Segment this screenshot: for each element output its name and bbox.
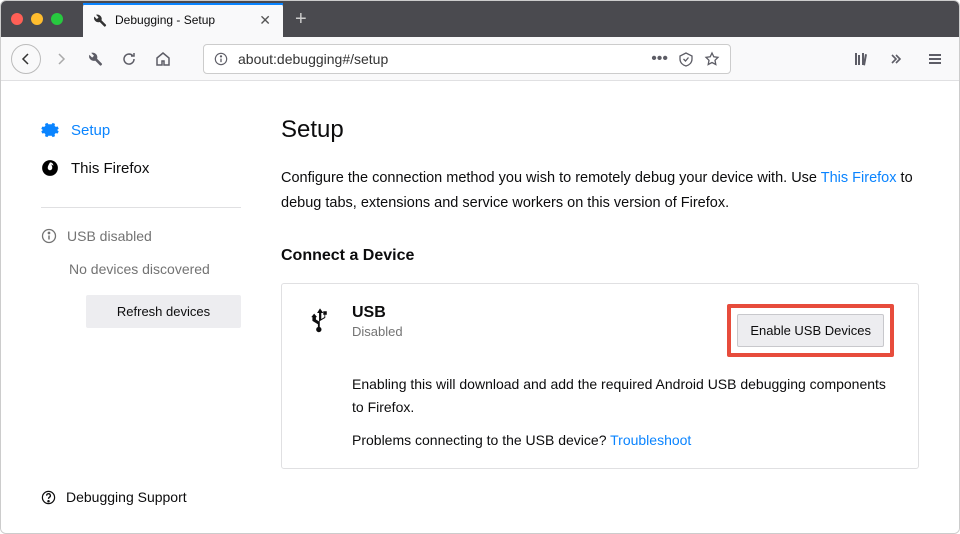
usb-status-text: Disabled <box>352 324 709 339</box>
maximize-window-button[interactable] <box>51 13 63 25</box>
sidebar: Setup This Firefox USB disabled No devic… <box>1 81 261 533</box>
support-label: Debugging Support <box>66 489 187 505</box>
url-input[interactable] <box>238 51 641 67</box>
troubleshoot-link[interactable]: Troubleshoot <box>610 432 691 448</box>
overflow-icon[interactable] <box>881 45 909 73</box>
enable-usb-button[interactable]: Enable USB Devices <box>737 314 884 347</box>
gear-icon <box>41 121 59 139</box>
sidebar-item-this-firefox[interactable]: This Firefox <box>41 149 241 187</box>
connect-device-heading: Connect a Device <box>281 247 919 265</box>
divider <box>41 207 241 208</box>
home-button[interactable] <box>149 45 177 73</box>
no-devices-label: No devices discovered <box>41 249 241 295</box>
usb-help: Problems connecting to the USB device? T… <box>352 432 894 448</box>
usb-status: USB disabled <box>41 223 241 249</box>
usb-icon <box>306 306 334 334</box>
back-button[interactable] <box>11 44 41 74</box>
debugging-support-link[interactable]: Debugging Support <box>41 481 241 513</box>
close-tab-icon[interactable]: ✕ <box>257 10 273 31</box>
dev-tools-button[interactable] <box>81 45 109 73</box>
usb-card: USB Disabled Enable USB Devices Enabling… <box>281 283 919 469</box>
navigation-bar: ••• <box>1 37 959 81</box>
close-window-button[interactable] <box>11 13 23 25</box>
menu-icon[interactable] <box>921 45 949 73</box>
usb-status-label: USB disabled <box>67 228 152 244</box>
page-actions-icon[interactable]: ••• <box>651 50 668 68</box>
page-title: Setup <box>281 116 919 144</box>
info-icon <box>41 228 57 244</box>
refresh-devices-button[interactable]: Refresh devices <box>86 295 241 328</box>
new-tab-button[interactable]: + <box>283 8 319 31</box>
window-controls <box>11 13 63 25</box>
forward-button[interactable] <box>47 45 75 73</box>
intro-text: Configure the connection method you wish… <box>281 166 919 215</box>
highlight-annotation: Enable USB Devices <box>727 304 894 357</box>
bookmark-icon[interactable] <box>704 51 720 67</box>
info-icon[interactable] <box>214 52 228 66</box>
sidebar-item-label: Setup <box>71 122 110 139</box>
usb-title: USB <box>352 304 709 322</box>
tab-bar: Debugging - Setup ✕ + <box>1 1 959 37</box>
this-firefox-link[interactable]: This Firefox <box>821 170 897 186</box>
usb-description: Enabling this will download and add the … <box>352 373 894 418</box>
refresh-button[interactable] <box>115 45 143 73</box>
reader-icon[interactable] <box>678 51 694 67</box>
minimize-window-button[interactable] <box>31 13 43 25</box>
sidebar-item-label: This Firefox <box>71 160 149 177</box>
help-icon <box>41 490 56 505</box>
wrench-icon <box>93 13 107 27</box>
library-icon[interactable] <box>847 45 875 73</box>
tab-title: Debugging - Setup <box>115 13 249 27</box>
main-content: Setup Configure the connection method yo… <box>261 81 959 533</box>
url-bar[interactable]: ••• <box>203 44 731 74</box>
browser-tab[interactable]: Debugging - Setup ✕ <box>83 3 283 37</box>
sidebar-item-setup[interactable]: Setup <box>41 111 241 149</box>
firefox-icon <box>41 159 59 177</box>
